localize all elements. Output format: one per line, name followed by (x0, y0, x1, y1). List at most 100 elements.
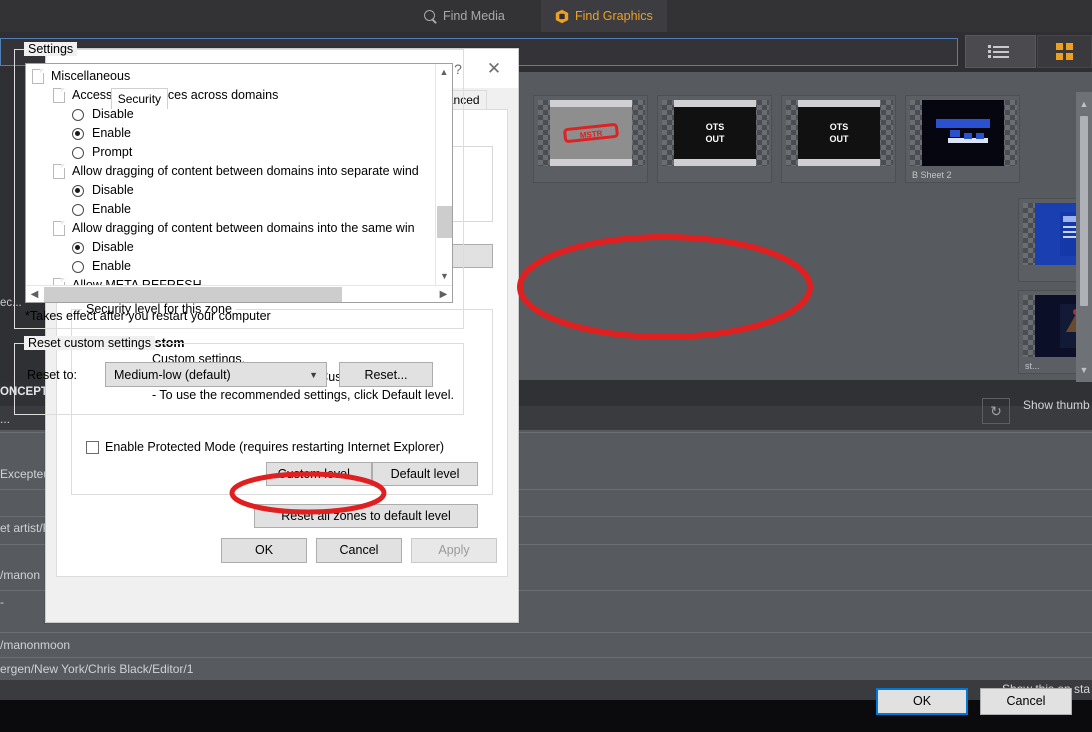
screen: ONCEPT: (A ... Excepteu et artist/F /man… (0, 0, 1092, 732)
thumbnail-item[interactable]: B Sheet 2 (905, 95, 1020, 183)
takes-effect-note: *Takes effect after you restart your com… (25, 309, 271, 323)
level-buttons: Custom level... Default level (86, 462, 478, 487)
radio-icon[interactable] (72, 203, 84, 216)
settings-listbox[interactable]: Miscellaneous Access data sources across… (25, 63, 453, 303)
page-icon (53, 164, 65, 179)
bg-divider-6 (0, 632, 1092, 633)
thumbnail-image (922, 100, 1004, 166)
bg-row-manonmoon: /manonmoon (0, 638, 71, 652)
page-icon (53, 278, 65, 285)
tree-category[interactable]: Miscellaneous (32, 67, 435, 86)
scrollbar-thumb[interactable] (44, 287, 342, 302)
reset-custom-settings-group: Reset custom settings Reset to: Medium-l… (14, 336, 464, 415)
listbox-vertical-scrollbar[interactable]: ▲ ▼ (435, 64, 452, 285)
page-icon (32, 69, 44, 84)
apply-button: Apply (411, 537, 497, 563)
listbox-horizontal-scrollbar[interactable]: ◀ ▶ (26, 285, 452, 302)
protected-mode-row[interactable]: Enable Protected Mode (requires restarti… (86, 440, 478, 454)
chevron-down-icon: ▼ (309, 369, 318, 380)
blue-graphic-icon (936, 119, 990, 143)
hexagon-icon (555, 9, 569, 24)
tree-radio-option[interactable]: Disable (32, 238, 435, 257)
tree-radio-option[interactable]: Disable (32, 181, 435, 200)
thumbnail-item[interactable]: OTS OUT (781, 95, 896, 183)
tree-label: Miscellaneous (51, 69, 131, 83)
radio-icon[interactable] (72, 260, 84, 273)
scroll-up-icon[interactable]: ▲ (1076, 96, 1092, 112)
cancel-button[interactable]: Cancel (980, 687, 1072, 715)
dialog-footer: OK Cancel Apply (57, 524, 507, 576)
radio-icon[interactable] (72, 108, 84, 121)
close-icon[interactable]: ✕ (476, 54, 512, 84)
tree-radio-option[interactable]: Disable (32, 105, 435, 124)
bg-row-excepteur: Excepteu (0, 467, 51, 481)
show-thumbnails-label[interactable]: Show thumb (1023, 398, 1090, 412)
bg-divider-7 (0, 657, 1092, 658)
scroll-left-icon[interactable]: ◀ (26, 289, 43, 300)
bg-row-artist: et artist/F (0, 521, 51, 535)
scrollbar-thumb[interactable] (1080, 116, 1088, 306)
thumbnail-item[interactable]: MSTR (533, 95, 648, 183)
left-panel-scrollbar[interactable]: ▲ ▼ (1076, 92, 1092, 382)
refresh-button[interactable]: ↻ (982, 398, 1010, 424)
grid-view-button[interactable] (1037, 35, 1092, 68)
scroll-down-icon[interactable]: ▼ (436, 268, 452, 285)
thumbnail-image: MSTR (550, 100, 632, 166)
tree-label: Enable (92, 126, 131, 140)
scroll-up-icon[interactable]: ▲ (436, 64, 452, 81)
settings-group: Settings Miscellaneous Access data sourc… (14, 42, 464, 329)
tree-setting[interactable]: Access data sources across domains (32, 86, 435, 105)
protected-mode-label: Enable Protected Mode (requires restarti… (105, 440, 445, 455)
tree-label: Access data sources across domains (72, 88, 279, 102)
reset-group-label: Reset custom settings (24, 336, 155, 350)
thumbnail-image: OTS OUT (798, 100, 880, 166)
scrollbar-thumb[interactable] (437, 206, 452, 238)
security-dialog-body: Settings Miscellaneous Access data sourc… (1, 39, 477, 329)
thumbnail-row: MSTR OTS OUT OTS OUT B Sheet 2 (533, 95, 1020, 183)
ok-button[interactable]: OK (221, 537, 307, 563)
grid-icon (1056, 43, 1073, 60)
tree-label: Enable (92, 259, 131, 273)
tab-find-graphics-label: Find Graphics (575, 9, 653, 23)
scroll-down-icon[interactable]: ▼ (1076, 362, 1092, 378)
reset-to-select[interactable]: Medium-low (default) ▼ (105, 362, 327, 387)
bg-row-ellipsis-label: ... (0, 412, 11, 426)
list-icon (987, 45, 1009, 58)
thumbnail-item[interactable]: OTS OUT (657, 95, 772, 183)
tree-label: Allow dragging of content between domain… (72, 221, 415, 235)
cancel-button[interactable]: Cancel (316, 537, 402, 563)
thumbnail-caption: B Sheet 2 (912, 170, 952, 180)
radio-icon[interactable] (72, 241, 84, 254)
tab-security[interactable]: Security (110, 88, 169, 109)
list-view-button[interactable] (965, 35, 1036, 68)
page-icon (53, 221, 65, 236)
search-icon (424, 9, 437, 23)
radio-icon[interactable] (72, 184, 84, 197)
reset-button[interactable]: Reset... (339, 362, 433, 387)
tree-radio-option[interactable]: Prompt (32, 143, 435, 162)
security-dialog-footer: OK Cancel (0, 670, 1092, 732)
page-icon (53, 88, 65, 103)
ok-button[interactable]: OK (876, 687, 968, 715)
tree-setting[interactable]: Allow dragging of content between domain… (32, 162, 435, 181)
radio-icon[interactable] (72, 146, 84, 159)
settings-group-label: Settings (24, 42, 78, 56)
tab-find-media[interactable]: Find Media (410, 0, 519, 32)
bg-row-dash: - (0, 595, 4, 609)
tree-radio-option[interactable]: Enable (32, 257, 435, 276)
custom-level-button[interactable]: Custom level... (266, 462, 372, 487)
settings-tree: Miscellaneous Access data sources across… (26, 64, 435, 285)
default-level-button[interactable]: Default level (372, 462, 478, 487)
protected-mode-checkbox[interactable] (86, 440, 99, 454)
reset-row: Reset to: Medium-low (default) ▼ Reset..… (27, 362, 451, 387)
radio-icon[interactable] (72, 127, 84, 140)
scroll-right-icon[interactable]: ▶ (435, 289, 452, 300)
tree-setting[interactable]: Allow META REFRESH (32, 276, 435, 285)
tree-label: Disable (92, 240, 134, 254)
tree-label: Prompt (92, 145, 133, 159)
tree-radio-option[interactable]: Enable (32, 200, 435, 219)
tree-setting[interactable]: Allow dragging of content between domain… (32, 219, 435, 238)
tab-find-graphics[interactable]: Find Graphics (541, 0, 667, 32)
bg-row-manon: /manon (0, 568, 41, 582)
tree-radio-option[interactable]: Enable (32, 124, 435, 143)
